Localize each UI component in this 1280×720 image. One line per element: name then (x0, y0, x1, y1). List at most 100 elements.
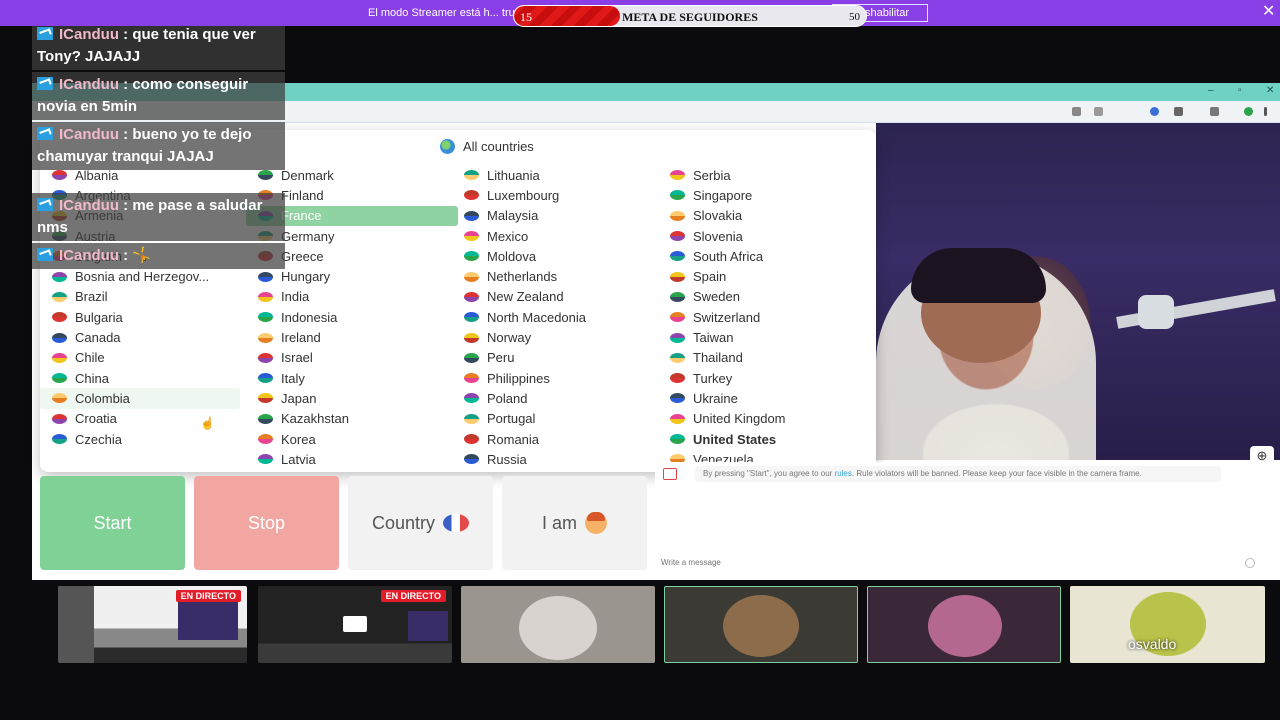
country-option[interactable]: United States (658, 429, 858, 449)
country-option[interactable]: Thailand (658, 348, 858, 368)
country-option[interactable]: Czechia (40, 429, 240, 449)
country-option[interactable]: Singapore (658, 185, 858, 205)
country-option[interactable]: China (40, 368, 240, 388)
country-option[interactable]: Mexico (452, 226, 652, 246)
stream-thumbnail-3[interactable] (461, 586, 655, 663)
country-option[interactable]: Bulgaria (40, 307, 240, 327)
country-option[interactable]: Netherlands (452, 266, 652, 286)
country-label: Bosnia and Herzegov... (75, 269, 210, 285)
country-option[interactable]: Serbia (658, 165, 858, 185)
country-option[interactable]: North Macedonia (452, 307, 652, 327)
country-option[interactable]: Canada (40, 327, 240, 347)
close-icon[interactable]: ✕ (1262, 4, 1275, 20)
country-option[interactable]: Colombia (40, 388, 240, 409)
country-option[interactable]: Taiwan (658, 327, 858, 347)
country-label: Slovakia (693, 208, 743, 224)
country-option[interactable]: Romania (452, 429, 652, 449)
country-button[interactable]: Country (348, 476, 493, 570)
country-label: Greece (281, 248, 324, 264)
country-option[interactable]: Israel (246, 348, 458, 368)
extension-icon[interactable] (1150, 107, 1159, 116)
country-option[interactable]: Luxembourg (452, 185, 652, 205)
country-option[interactable]: India (246, 287, 458, 307)
maximize-icon[interactable]: ▫ (1238, 85, 1242, 96)
country-option[interactable]: Japan (246, 388, 458, 408)
country-option[interactable]: Latvia (246, 449, 458, 469)
chat-message: ICanduu : 🤸 (32, 243, 285, 269)
country-flag-icon (258, 454, 273, 465)
message-input[interactable] (661, 558, 1255, 567)
country-option[interactable]: Ukraine (658, 388, 858, 408)
window-close-icon[interactable]: ✕ (1266, 85, 1274, 96)
gender-button[interactable]: I am (502, 476, 647, 570)
emoji-icon[interactable] (1245, 558, 1255, 568)
country-option[interactable]: South Africa (658, 246, 858, 266)
profile-avatar[interactable] (1244, 107, 1253, 116)
country-option[interactable]: Kazakhstan (246, 409, 458, 429)
country-flag-icon (52, 271, 67, 282)
country-option[interactable]: Slovakia (658, 206, 858, 226)
menu-kebab-icon[interactable] (1264, 107, 1267, 116)
country-option[interactable]: Sweden (658, 287, 858, 307)
bookmark-star-icon[interactable] (1094, 107, 1103, 116)
country-flag-icon (258, 434, 273, 444)
country-option[interactable]: Norway (452, 327, 652, 347)
country-option[interactable]: Turkey (658, 368, 858, 388)
stop-button[interactable]: Stop (194, 476, 339, 570)
country-option[interactable]: Portugal (452, 409, 652, 429)
country-label: Taiwan (693, 330, 734, 346)
country-flag-icon (670, 291, 685, 302)
rules-text-end: . Rule violators will be banned. Please … (851, 469, 1142, 478)
stream-thumbnail-6[interactable]: osvaldo (1070, 586, 1265, 663)
start-button[interactable]: Start (40, 476, 185, 570)
sidepanel-icon[interactable] (1210, 107, 1219, 116)
country-option[interactable]: Slovenia (658, 226, 858, 246)
country-flag-icon (258, 352, 273, 363)
country-option[interactable]: Ireland (246, 327, 458, 347)
country-option[interactable]: Korea (246, 429, 458, 449)
live-badge: EN DIRECTO (380, 590, 446, 602)
stream-thumbnail-4[interactable] (664, 586, 858, 663)
country-label: Singapore (693, 187, 753, 203)
all-countries-option[interactable]: All countries (440, 139, 534, 154)
puzzle-icon[interactable] (1174, 107, 1183, 116)
country-option[interactable]: Hungary (246, 266, 458, 286)
stream-thumbnail-2[interactable]: EN DIRECTO (258, 586, 452, 663)
osvaldo-label: osvaldo (1128, 636, 1177, 652)
country-option[interactable]: Russia (452, 449, 652, 469)
country-label: Indonesia (281, 309, 338, 325)
screen: – ▫ ✕ ⊕ All countries AlbaniaArgentinaAr… (0, 0, 1280, 720)
country-option[interactable]: New Zealand (452, 287, 652, 307)
country-flag-icon (670, 251, 685, 262)
country-option[interactable]: United Kingdom (658, 409, 858, 429)
cast-icon[interactable] (1072, 107, 1081, 116)
country-option[interactable]: Brazil (40, 287, 240, 307)
country-option[interactable]: Malaysia (452, 206, 652, 226)
country-label: Italy (281, 370, 305, 386)
country-option[interactable]: Indonesia (246, 307, 458, 327)
rules-link[interactable]: rules (835, 469, 852, 478)
country-label: Germany (281, 228, 335, 244)
country-option[interactable]: Lithuania (452, 165, 652, 185)
country-option[interactable]: Peru (452, 348, 652, 368)
country-option[interactable]: Switzerland (658, 307, 858, 327)
minimize-icon[interactable]: – (1208, 85, 1214, 96)
country-option[interactable]: Bosnia and Herzegov... (40, 266, 240, 286)
stream-thumbnail-5[interactable] (867, 586, 1061, 663)
country-label: Colombia (75, 390, 130, 406)
country-option[interactable]: Spain (658, 266, 858, 286)
stream-thumbnail-1[interactable]: EN DIRECTO (58, 586, 247, 663)
country-label: Switzerland (693, 309, 761, 325)
flag-report-icon[interactable] (663, 468, 677, 480)
country-option[interactable]: Philippines (452, 368, 652, 388)
country-option[interactable]: Moldova (452, 246, 652, 266)
streamer-hair (911, 248, 1046, 303)
chat-username: ICanduu (59, 247, 119, 264)
france-flag-icon (443, 514, 470, 532)
country-option[interactable]: Italy (246, 368, 458, 388)
chat-message: ICanduu : me pase a saludar nms (32, 193, 285, 241)
country-option[interactable]: Poland (452, 388, 652, 408)
country-option[interactable]: Chile (40, 348, 240, 368)
chat-message: ICanduu : que tenia que ver Tony? JAJAJJ (32, 22, 285, 70)
country-flag-icon (670, 413, 685, 424)
